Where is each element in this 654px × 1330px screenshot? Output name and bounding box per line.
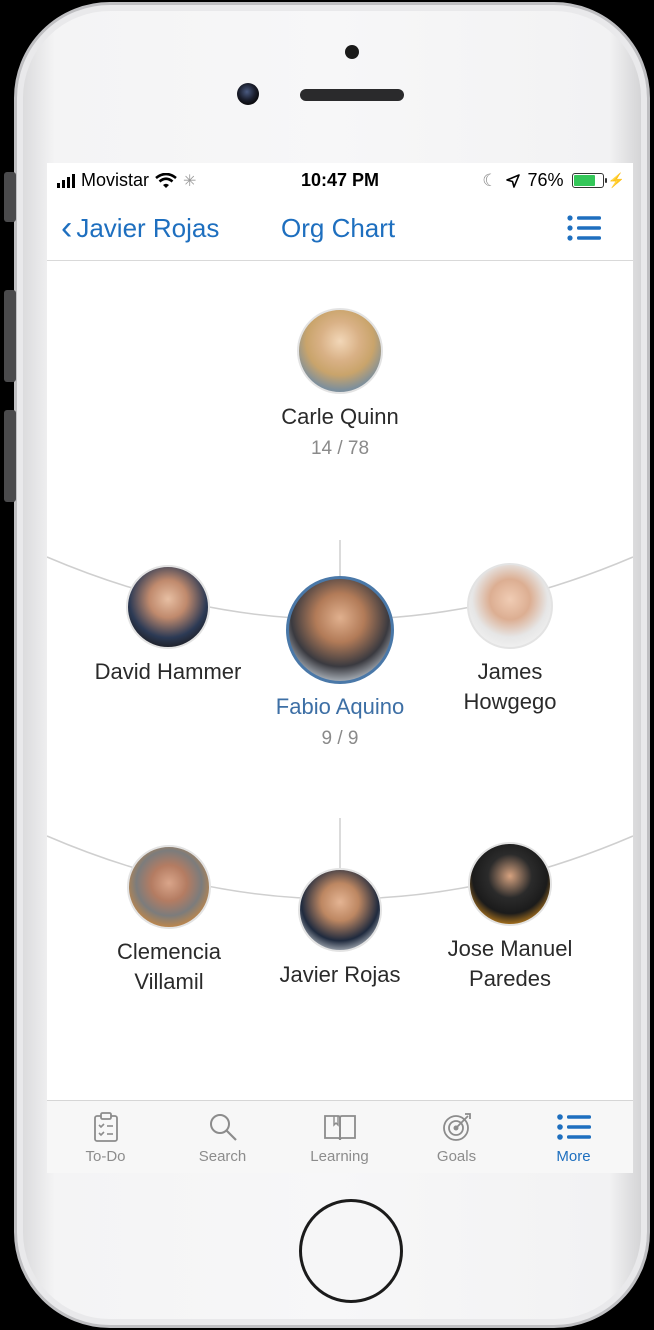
page-title: Org Chart [281,213,396,243]
org-node-peer[interactable]: David Hammer [78,565,258,687]
tab-bar: To-Do Search Learning Goals More [47,1100,633,1173]
team-count: 9 / 9 [321,728,359,749]
app-screen: Movistar ✳ 10:47 PM ☾ 76% ⚡ ‹ Javier Roj… [47,163,633,1173]
team-count: 14 / 78 [310,438,370,459]
charging-icon: ⚡ [607,172,625,188]
tab-label: More [556,1148,591,1165]
avatar [297,308,383,394]
avatar [468,842,552,926]
org-node-report[interactable]: Clemencia Villamil [94,845,244,997]
person-name: Jose Manuel Paredes [447,936,573,991]
volume-down-button [4,410,16,502]
home-button[interactable] [299,1199,403,1303]
person-name: James Howgego [463,659,557,714]
battery-percent: 76% [527,170,564,190]
tab-search[interactable]: Search [164,1111,281,1165]
tab-label: Learning [310,1148,369,1165]
clipboard-check-icon [93,1112,118,1142]
location-icon [505,173,520,188]
avatar [298,868,382,952]
org-node-selected[interactable]: Fabio Aquino 9 / 9 [260,576,420,750]
avatar [127,845,211,929]
back-label: Javier Rojas [76,212,220,243]
org-node-peer[interactable]: James Howgego [425,563,595,717]
list-view-icon[interactable] [567,214,601,242]
book-icon [323,1115,356,1141]
person-name: Javier Rojas [279,962,401,987]
chevron-left-icon: ‹ [61,209,73,247]
tab-label: Search [198,1148,247,1165]
proximity-sensor [345,45,359,59]
avatar [467,563,553,649]
org-node-report[interactable]: Jose Manuel Paredes [430,842,590,994]
tab-label: Goals [436,1148,477,1165]
search-icon [209,1114,237,1141]
avatar [286,576,394,684]
person-name: Carle Quinn [281,404,399,429]
person-name: Fabio Aquino [275,694,405,719]
org-chart: Carle Quinn 14 / 78 David Hammer Fabio A… [47,262,633,1100]
navigation-bar: ‹ Javier Rojas Org Chart [47,197,633,261]
org-node-manager[interactable]: Carle Quinn 14 / 78 [240,308,440,460]
person-name: David Hammer [94,659,242,684]
tab-learning[interactable]: Learning [281,1111,398,1165]
tab-more[interactable]: More [515,1111,632,1165]
tab-label: To-Do [85,1148,126,1165]
front-camera [237,83,259,105]
status-bar: Movistar ✳ 10:47 PM ☾ 76% ⚡ [47,163,633,197]
earpiece-speaker [300,89,404,101]
avatar [126,565,210,649]
volume-up-button [4,290,16,382]
back-button[interactable]: ‹ Javier Rojas [61,211,219,245]
target-icon [442,1113,471,1141]
tab-goals[interactable]: Goals [398,1111,515,1165]
tab-to-do[interactable]: To-Do [47,1111,164,1165]
list-icon [556,1114,591,1140]
org-node-report[interactable]: Javier Rojas [265,868,415,990]
do-not-disturb-icon: ☾ [482,170,498,190]
person-name: Clemencia Villamil [117,939,221,994]
battery-icon [571,173,607,188]
mute-switch [4,172,16,222]
